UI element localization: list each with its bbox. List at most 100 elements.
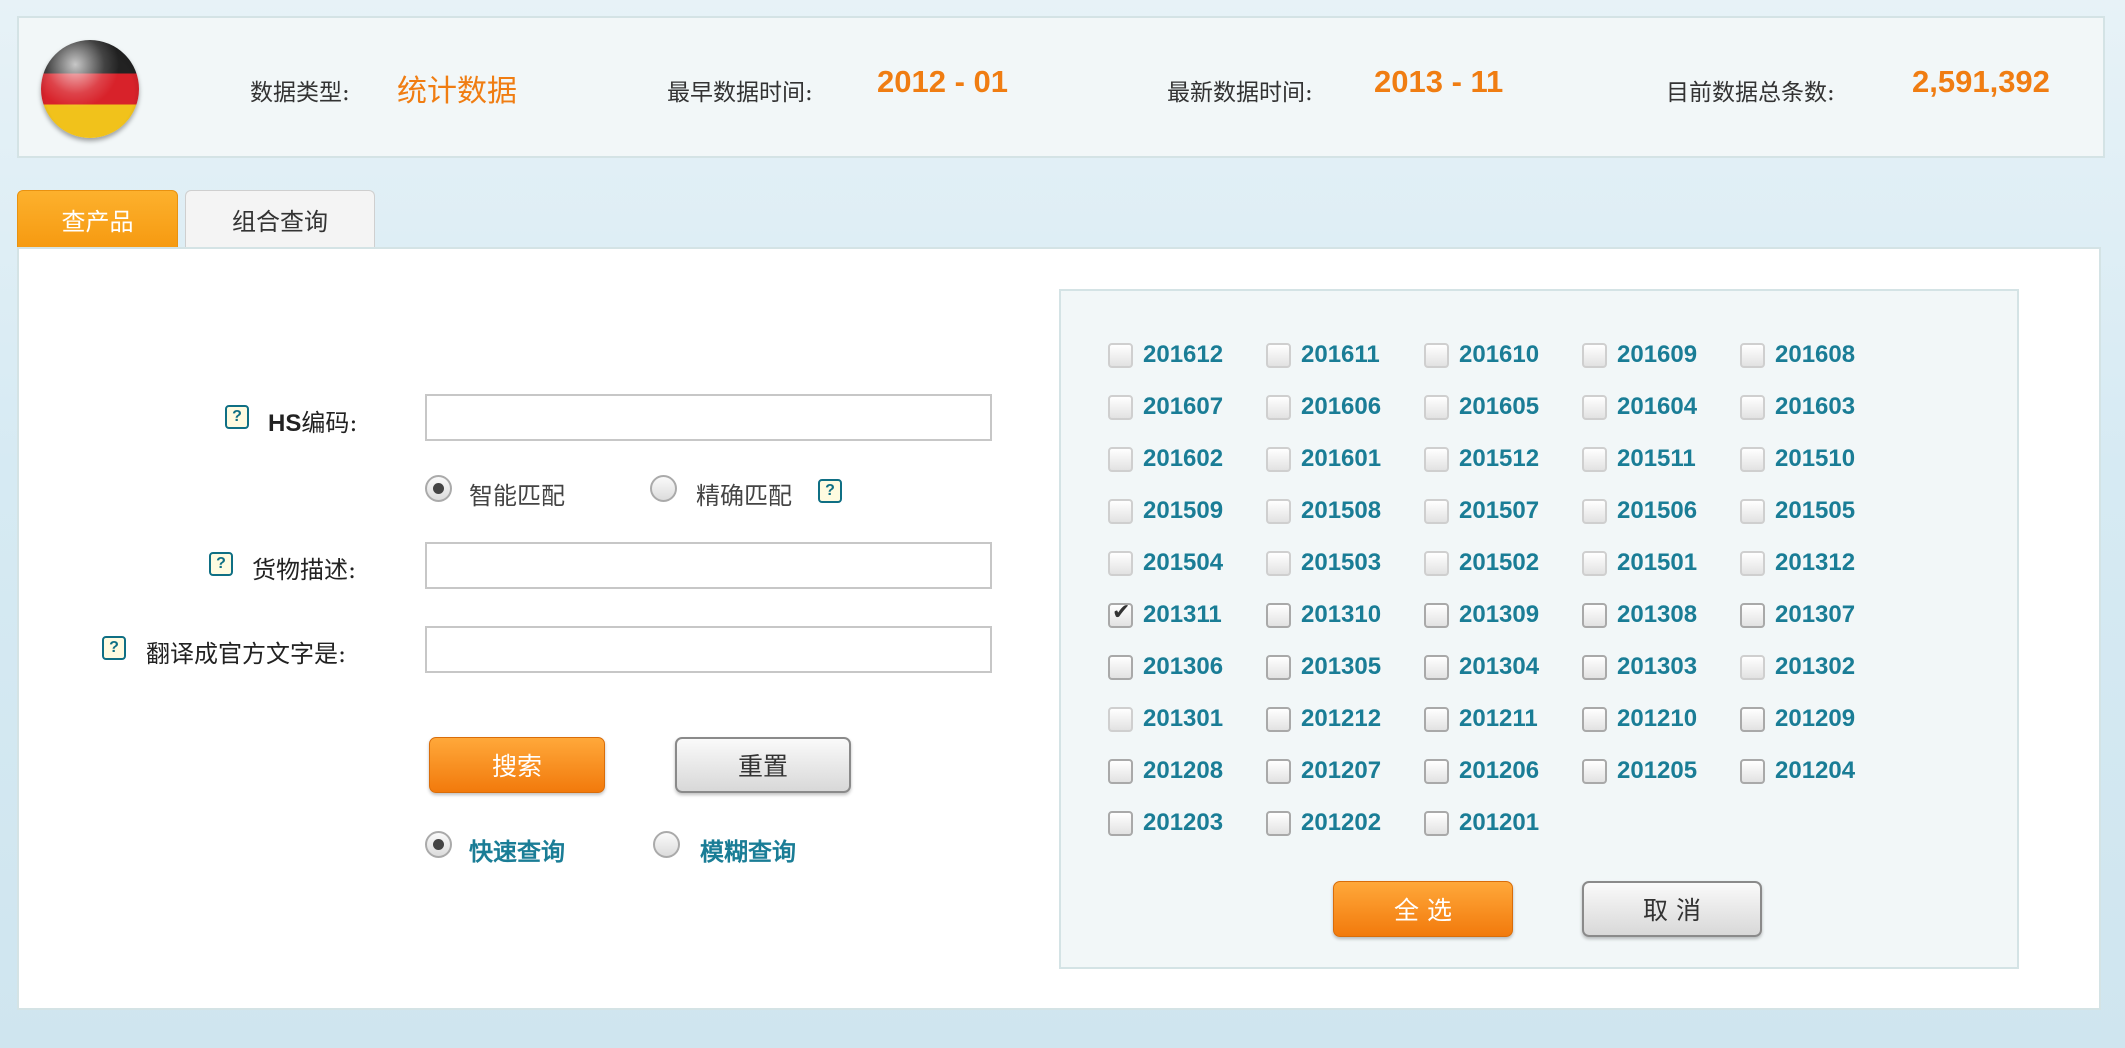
month-checkbox[interactable] [1266, 602, 1291, 628]
month-checkbox[interactable] [1582, 394, 1607, 420]
desc-help-icon[interactable]: ? [209, 552, 233, 576]
month-checkbox[interactable] [1740, 394, 1765, 420]
month-item-201206[interactable]: 201206 [1424, 745, 1582, 797]
month-item-201610[interactable]: 201610 [1424, 329, 1582, 381]
month-checkbox[interactable] [1424, 446, 1449, 472]
reset-button[interactable]: 重置 [675, 737, 851, 793]
month-checkbox[interactable] [1266, 394, 1291, 420]
month-checkbox[interactable] [1582, 498, 1607, 524]
search-button[interactable]: 搜索 [429, 737, 605, 793]
month-item-201309[interactable]: 201309 [1424, 589, 1582, 641]
month-checkbox[interactable] [1108, 600, 1133, 628]
month-checkbox[interactable] [1740, 758, 1765, 784]
month-item-201506[interactable]: 201506 [1582, 485, 1740, 537]
quick-query-radio[interactable] [425, 831, 452, 858]
month-checkbox[interactable] [1740, 446, 1765, 472]
month-checkbox[interactable] [1266, 446, 1291, 472]
month-checkbox[interactable] [1582, 342, 1607, 368]
month-item-201501[interactable]: 201501 [1582, 537, 1740, 589]
month-checkbox[interactable] [1582, 602, 1607, 628]
month-item-201509[interactable]: 201509 [1108, 485, 1266, 537]
month-item-201209[interactable]: 201209 [1740, 693, 1898, 745]
tab-product-search[interactable]: 查产品 [17, 190, 178, 248]
exact-match-help-icon[interactable]: ? [818, 479, 842, 503]
translate-input[interactable] [425, 626, 992, 673]
month-checkbox[interactable] [1424, 602, 1449, 628]
month-item-201208[interactable]: 201208 [1108, 745, 1266, 797]
month-item-201210[interactable]: 201210 [1582, 693, 1740, 745]
month-item-201612[interactable]: 201612 [1108, 329, 1266, 381]
month-checkbox[interactable] [1424, 498, 1449, 524]
month-item-201609[interactable]: 201609 [1582, 329, 1740, 381]
month-item-201308[interactable]: 201308 [1582, 589, 1740, 641]
month-item-201301[interactable]: 201301 [1108, 693, 1266, 745]
select-all-button[interactable]: 全 选 [1333, 881, 1513, 937]
month-checkbox[interactable] [1266, 758, 1291, 784]
month-item-201508[interactable]: 201508 [1266, 485, 1424, 537]
month-checkbox[interactable] [1424, 550, 1449, 576]
month-item-201607[interactable]: 201607 [1108, 381, 1266, 433]
month-checkbox[interactable] [1108, 706, 1133, 732]
month-item-201608[interactable]: 201608 [1740, 329, 1898, 381]
month-checkbox[interactable] [1582, 550, 1607, 576]
month-checkbox[interactable] [1266, 550, 1291, 576]
month-item-201204[interactable]: 201204 [1740, 745, 1898, 797]
month-checkbox[interactable] [1740, 342, 1765, 368]
month-checkbox[interactable] [1582, 758, 1607, 784]
hs-help-icon[interactable]: ? [225, 405, 249, 429]
month-item-201205[interactable]: 201205 [1582, 745, 1740, 797]
month-checkbox[interactable] [1108, 654, 1133, 680]
month-checkbox[interactable] [1108, 498, 1133, 524]
hs-code-input[interactable] [425, 394, 992, 441]
smart-match-radio[interactable] [425, 475, 452, 502]
month-item-201211[interactable]: 201211 [1424, 693, 1582, 745]
month-checkbox[interactable] [1266, 498, 1291, 524]
month-item-201604[interactable]: 201604 [1582, 381, 1740, 433]
goods-description-input[interactable] [425, 542, 992, 589]
month-item-201606[interactable]: 201606 [1266, 381, 1424, 433]
month-item-201502[interactable]: 201502 [1424, 537, 1582, 589]
month-checkbox[interactable] [1108, 342, 1133, 368]
month-checkbox[interactable] [1740, 550, 1765, 576]
month-checkbox[interactable] [1266, 706, 1291, 732]
month-checkbox[interactable] [1108, 758, 1133, 784]
month-item-201512[interactable]: 201512 [1424, 433, 1582, 485]
month-checkbox[interactable] [1582, 446, 1607, 472]
month-item-201310[interactable]: 201310 [1266, 589, 1424, 641]
translate-help-icon[interactable]: ? [102, 636, 126, 660]
month-item-201611[interactable]: 201611 [1266, 329, 1424, 381]
month-checkbox[interactable] [1740, 498, 1765, 524]
month-item-201307[interactable]: 201307 [1740, 589, 1898, 641]
month-item-201306[interactable]: 201306 [1108, 641, 1266, 693]
month-item-201507[interactable]: 201507 [1424, 485, 1582, 537]
month-item-201212[interactable]: 201212 [1266, 693, 1424, 745]
month-checkbox[interactable] [1424, 758, 1449, 784]
month-checkbox[interactable] [1740, 602, 1765, 628]
month-checkbox[interactable] [1582, 706, 1607, 732]
month-checkbox[interactable] [1108, 550, 1133, 576]
month-checkbox[interactable] [1424, 342, 1449, 368]
month-item-201203[interactable]: 201203 [1108, 797, 1266, 849]
month-item-201312[interactable]: 201312 [1740, 537, 1898, 589]
month-item-201603[interactable]: 201603 [1740, 381, 1898, 433]
month-item-201511[interactable]: 201511 [1582, 433, 1740, 485]
month-item-201505[interactable]: 201505 [1740, 485, 1898, 537]
month-checkbox[interactable] [1108, 394, 1133, 420]
month-item-201303[interactable]: 201303 [1582, 641, 1740, 693]
month-item-201201[interactable]: 201201 [1424, 797, 1582, 849]
month-item-201601[interactable]: 201601 [1266, 433, 1424, 485]
month-item-201602[interactable]: 201602 [1108, 433, 1266, 485]
month-checkbox[interactable] [1108, 446, 1133, 472]
month-item-201207[interactable]: 201207 [1266, 745, 1424, 797]
month-checkbox[interactable] [1266, 654, 1291, 680]
month-checkbox[interactable] [1582, 654, 1607, 680]
month-item-201302[interactable]: 201302 [1740, 641, 1898, 693]
month-checkbox[interactable] [1740, 706, 1765, 732]
month-item-201503[interactable]: 201503 [1266, 537, 1424, 589]
tab-combined-query[interactable]: 组合查询 [185, 190, 375, 248]
month-item-201605[interactable]: 201605 [1424, 381, 1582, 433]
month-checkbox[interactable] [1108, 810, 1133, 836]
month-item-201304[interactable]: 201304 [1424, 641, 1582, 693]
month-checkbox[interactable] [1266, 810, 1291, 836]
exact-match-radio[interactable] [650, 475, 677, 502]
